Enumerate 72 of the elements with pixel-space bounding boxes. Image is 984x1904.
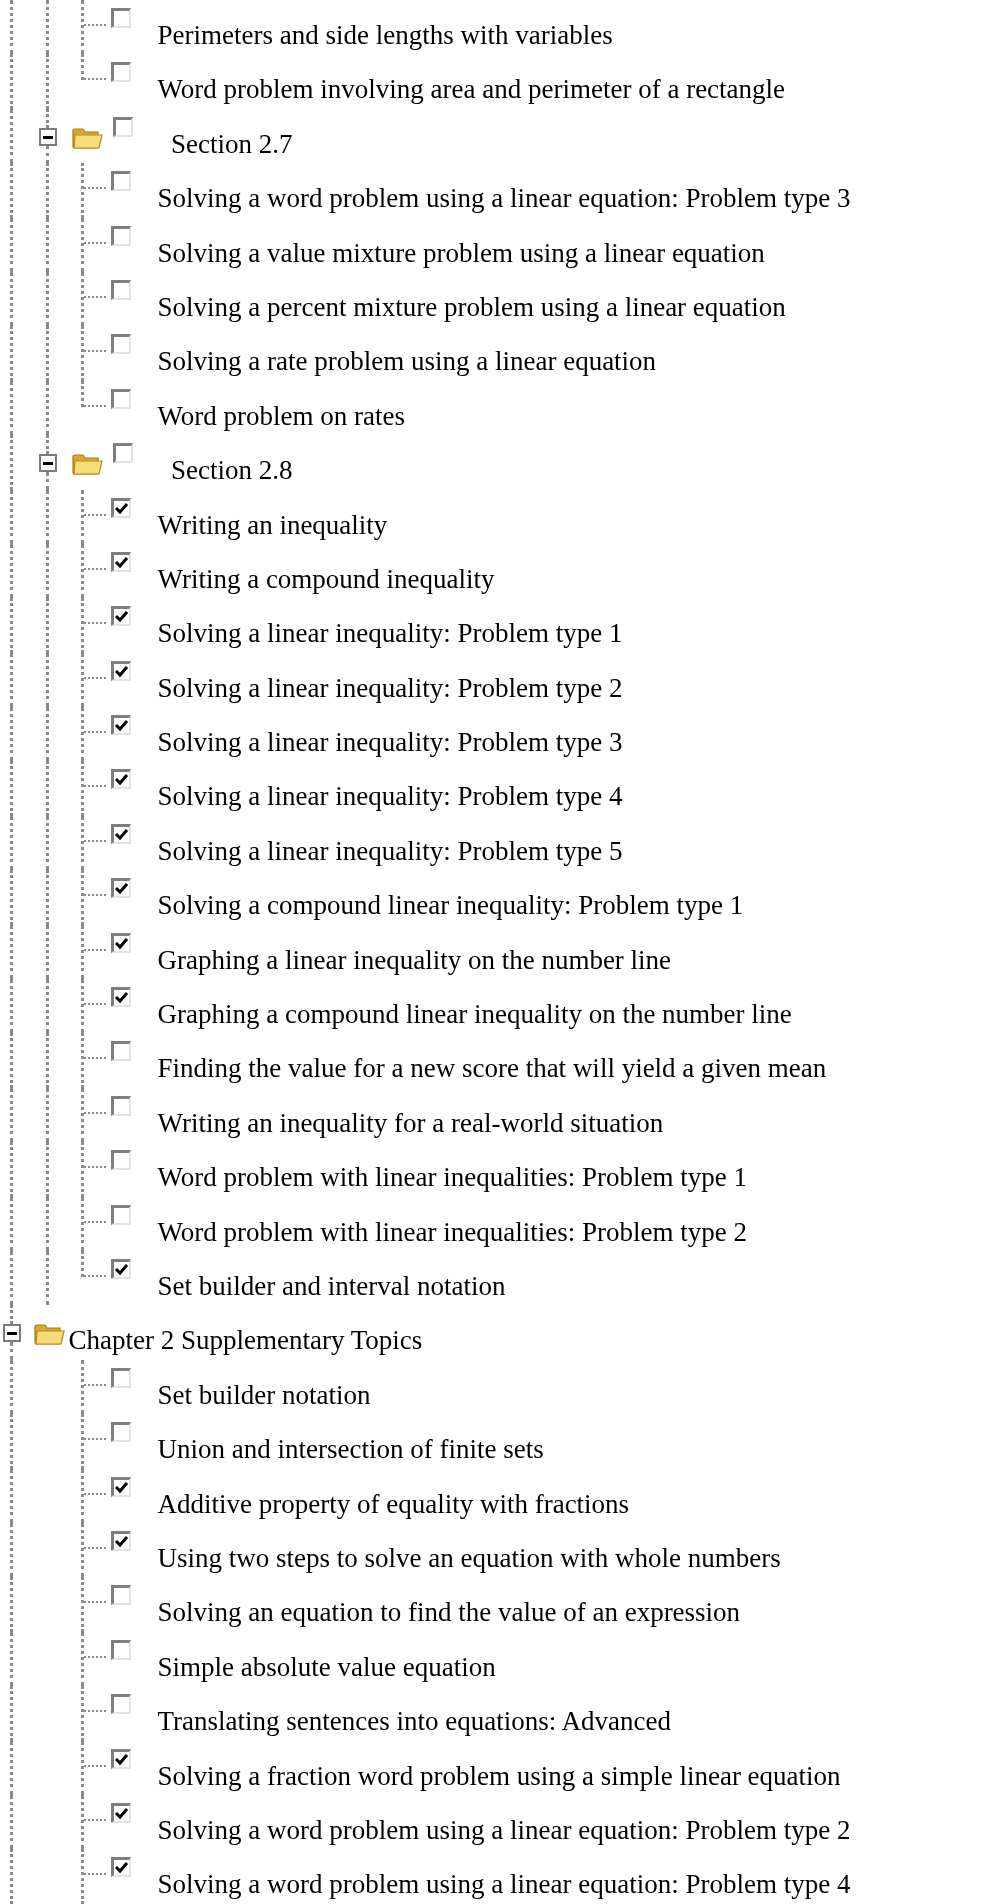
topic-label: Writing an inequality for a real-world situation	[157, 1106, 664, 1140]
checkbox[interactable]	[113, 443, 133, 464]
topic-label: Solving a percent mixture problem using a linear equation	[157, 290, 786, 324]
topic-label: Word problem involving area and perimeter of a rectangle	[157, 73, 786, 107]
topic-label: Additive property of equality with fractions	[157, 1487, 630, 1521]
topic-label: Solving a compound linear inequality: Problem type 1	[157, 889, 744, 923]
checkbox[interactable]	[110, 171, 131, 192]
checkbox[interactable]	[110, 1802, 131, 1823]
section-label: Section 2.7	[171, 127, 293, 161]
topic-label: Simple absolute value equation	[157, 1650, 496, 1684]
topic-label: Solving a word problem using a linear equation: Problem type 4	[157, 1868, 851, 1902]
checkbox[interactable]	[110, 1041, 131, 1062]
topic-label: Graphing a linear inequality on the number line	[157, 943, 672, 977]
topic-label: Union and intersection of finite sets	[157, 1433, 544, 1467]
checkbox[interactable]	[110, 1095, 131, 1116]
topic-label: Finding the value for a new score that will yield a given mean	[157, 1052, 827, 1086]
checkbox[interactable]	[110, 334, 131, 355]
checkbox[interactable]	[110, 1639, 131, 1660]
checkbox[interactable]	[110, 551, 131, 572]
checkbox[interactable]	[110, 1367, 131, 1388]
topic-label: Solving an equation to find the value of an expression	[157, 1596, 741, 1630]
checkbox[interactable]	[110, 715, 131, 736]
checkbox[interactable]	[110, 497, 131, 518]
topic-label: Word problem with linear inequalities: Problem type 2	[157, 1215, 747, 1249]
topic-label: Using two steps to solve an equation with whole numbers	[157, 1541, 781, 1575]
topic-label: Solving a word problem using a linear equation: Problem type 2	[157, 1813, 851, 1847]
topic-label: Solving a word problem using a linear equation: Problem type 3	[157, 182, 851, 216]
checkbox[interactable]	[110, 225, 131, 246]
topic-label: Set builder notation	[157, 1378, 371, 1412]
topic-label: Perimeters and side lengths with variables	[157, 19, 613, 52]
section-label: Section 2.8	[171, 454, 293, 488]
checkbox[interactable]	[110, 769, 131, 790]
chapter-label: Chapter 2 Supplementary Topics	[68, 1324, 423, 1358]
topic-label: Graphing a compound linear inequality on the number line	[157, 998, 792, 1032]
checkbox[interactable]	[110, 1694, 131, 1715]
checkbox[interactable]	[110, 1259, 131, 1279]
topic-label: Solving a linear inequality: Problem type 1	[157, 617, 623, 651]
topic-label: Solving a linear inequality: Problem type 5	[157, 834, 623, 868]
checkbox[interactable]	[110, 606, 131, 627]
topic-label: Solving a fraction word problem using a simple linear equation	[157, 1759, 841, 1793]
checkbox[interactable]	[110, 1857, 131, 1878]
checkbox[interactable]	[110, 1530, 131, 1551]
checkbox[interactable]	[110, 1476, 131, 1497]
checkbox[interactable]	[110, 1150, 131, 1171]
checkbox[interactable]	[110, 279, 131, 300]
checkbox[interactable]	[110, 1204, 131, 1225]
topic-label: Writing a compound inequality	[157, 562, 495, 596]
checkbox[interactable]	[110, 1422, 131, 1443]
topic-label: Translating sentences into equations: Advanced	[157, 1705, 671, 1739]
checkbox[interactable]	[110, 62, 131, 83]
checkbox[interactable]	[110, 823, 131, 844]
topic-label: Set builder and interval notation	[157, 1270, 506, 1303]
checkbox[interactable]	[113, 116, 133, 137]
checkbox[interactable]	[110, 660, 131, 681]
topic-label: Solving a linear inequality: Problem type 3	[157, 726, 623, 760]
topic-label: Word problem with linear inequalities: Problem type 1	[157, 1161, 747, 1195]
checkbox[interactable]	[110, 932, 131, 953]
topic-label: Word problem on rates	[157, 399, 405, 433]
topic-label: Solving a linear inequality: Problem type 4	[157, 780, 623, 814]
checkbox[interactable]	[110, 8, 131, 28]
topic-label: Solving a rate problem using a linear equation	[157, 345, 657, 379]
collapse-icon[interactable]	[3, 1324, 21, 1343]
checkbox[interactable]	[110, 1585, 131, 1606]
topic-label: Writing an inequality	[157, 508, 388, 542]
checkbox[interactable]	[110, 388, 131, 409]
checkbox[interactable]	[110, 987, 131, 1008]
collapse-icon[interactable]	[38, 127, 57, 146]
topic-label: Solving a linear inequality: Problem type 2	[157, 671, 623, 705]
topic-label: Solving a value mixture problem using a linear equation	[157, 236, 765, 270]
checkbox[interactable]	[110, 878, 131, 899]
collapse-icon[interactable]	[38, 454, 57, 473]
checkbox[interactable]	[110, 1748, 131, 1769]
